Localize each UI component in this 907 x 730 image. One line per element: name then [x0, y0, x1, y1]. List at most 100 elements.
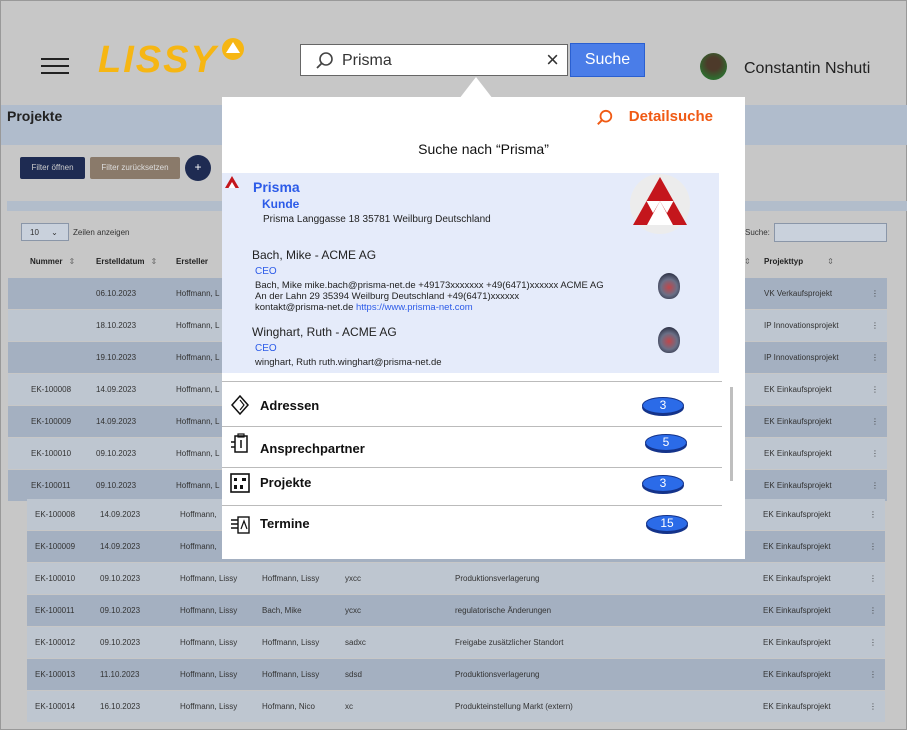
table-cell: 18.10.2023: [96, 321, 137, 330]
search-icon: [316, 52, 333, 69]
table-row[interactable]: EK-100012 09.10.2023 Hoffmann, Lissy Hof…: [27, 627, 885, 658]
divider: [222, 505, 722, 506]
table-cell: Hoffmann, L: [176, 321, 220, 330]
table-cell: 14.09.2023: [96, 385, 137, 394]
table-row[interactable]: EK-100010 09.10.2023 Hoffmann, Lissy Hof…: [27, 563, 885, 594]
app-logo[interactable]: LISSY: [98, 39, 218, 82]
table-cell: EK-100008: [35, 510, 76, 519]
table-cell: IP Innovationsprojekt: [764, 321, 839, 330]
search-input[interactable]: Prisma ×: [300, 44, 568, 76]
diamond-icon: [230, 395, 250, 415]
category-label: Adressen: [260, 398, 320, 413]
table-cell: Hoffmann,: [180, 542, 217, 551]
row-menu-icon[interactable]: ⋮: [869, 606, 877, 615]
popup-pointer: [459, 77, 493, 99]
filter-open-button[interactable]: Filter öffnen: [20, 157, 85, 179]
column-header-ersteller[interactable]: Ersteller: [176, 257, 208, 266]
row-menu-icon[interactable]: ⋮: [869, 542, 877, 551]
detail-search-link[interactable]: Detailsuche: [629, 108, 713, 125]
table-cell: Produktionsverlagerung: [455, 670, 540, 679]
page-length-select[interactable]: 10 ⌄: [21, 223, 69, 241]
table-cell: 06.10.2023: [96, 289, 137, 298]
row-menu-icon[interactable]: ⋮: [871, 321, 879, 330]
sort-icon: ⇕: [68, 257, 76, 266]
top-bar: LISSY Prisma × Suche Constantin Nshuti: [1, 1, 907, 101]
column-header-nummer[interactable]: Nummer ⇕: [30, 257, 75, 266]
table-cell: Hoffmann, Lissy: [262, 638, 320, 647]
scrollbar[interactable]: [730, 387, 733, 481]
contact-avatar: [658, 273, 680, 299]
search-results-popup: Detailsuche Suche nach “Prisma” Prisma K…: [222, 97, 745, 559]
table-cell: Hoffmann, L: [176, 481, 220, 490]
clear-icon[interactable]: ×: [546, 49, 559, 71]
row-menu-icon[interactable]: ⋮: [871, 481, 879, 490]
search-value: Prisma: [342, 52, 392, 69]
website-link[interactable]: https://www.prisma-net.com: [356, 302, 473, 313]
row-menu-icon[interactable]: ⋮: [871, 449, 879, 458]
table-cell: Hoffmann,: [180, 510, 217, 519]
column-header-erstelldatum[interactable]: Erstelldatum ⇕: [96, 257, 157, 266]
row-menu-icon[interactable]: ⋮: [871, 385, 879, 394]
table-cell: Hoffmann, L: [176, 353, 220, 362]
app-window: LISSY Prisma × Suche Constantin Nshuti P…: [0, 0, 907, 730]
row-menu-icon[interactable]: ⋮: [869, 670, 877, 679]
prisma-logo: [630, 174, 690, 234]
table-cell: Hoffmann, L: [176, 385, 220, 394]
search-button[interactable]: Suche: [570, 43, 645, 77]
divider: [222, 426, 722, 427]
table-cell: Freigabe zusätzlicher Standort: [455, 638, 564, 647]
category-adressen[interactable]: Adressen 3: [222, 389, 722, 429]
table-cell: EK Einkaufsprojekt: [764, 417, 832, 426]
contact-details: Bach, Mike mike.bach@prisma-net.de +4917…: [255, 280, 604, 291]
table-cell: 14.09.2023: [96, 417, 137, 426]
table-cell: EK Einkaufsprojekt: [763, 702, 831, 711]
company-result[interactable]: Prisma Kunde Prisma Langgasse 18 35781 W…: [222, 173, 719, 373]
chevron-down-icon: ⌄: [51, 228, 58, 237]
table-cell: 09.10.2023: [96, 481, 137, 490]
add-project-button[interactable]: +: [185, 155, 211, 181]
table-cell: 09.10.2023: [100, 606, 141, 615]
user-name[interactable]: Constantin Nshuti: [744, 60, 870, 78]
sort-icon: ⇕: [827, 257, 834, 266]
row-menu-icon[interactable]: ⋮: [869, 638, 877, 647]
row-menu-icon[interactable]: ⋮: [869, 574, 877, 583]
table-search-label: Suche:: [745, 228, 770, 237]
table-row[interactable]: EK-100013 11.10.2023 Hoffmann, Lissy Hof…: [27, 659, 885, 690]
count-badge: 3: [642, 397, 684, 414]
contact-name[interactable]: Bach, Mike - ACME AG: [252, 248, 376, 262]
table-cell: EK-100012: [35, 638, 76, 647]
table-cell: EK-100010: [35, 574, 76, 583]
table-cell: Produktionsverlagerung: [455, 574, 540, 583]
sort-icon: ⇕: [150, 257, 158, 266]
company-address: Prisma Langgasse 18 35781 Weilburg Deuts…: [263, 214, 491, 225]
row-menu-icon[interactable]: ⋮: [871, 289, 879, 298]
company-name[interactable]: Prisma: [253, 179, 300, 195]
table-cell: sdsd: [345, 670, 362, 679]
table-search-input[interactable]: [774, 223, 887, 242]
table-cell: IP Innovationsprojekt: [764, 353, 839, 362]
category-ansprechpartner[interactable]: Ansprechpartner 5: [222, 430, 722, 470]
filter-reset-button[interactable]: Filter zurücksetzen: [90, 157, 180, 179]
table-cell: Hoffmann, Lissy: [180, 702, 238, 711]
menu-icon[interactable]: [41, 58, 69, 74]
user-avatar[interactable]: [700, 53, 727, 80]
category-label: Termine: [260, 516, 310, 531]
row-menu-icon[interactable]: ⋮: [869, 702, 877, 711]
table-cell: EK-100014: [35, 702, 76, 711]
row-menu-icon[interactable]: ⋮: [871, 353, 879, 362]
count-badge: 5: [645, 434, 687, 451]
contact-name[interactable]: Winghart, Ruth - ACME AG: [252, 325, 397, 339]
search-icon[interactable]: [596, 109, 614, 127]
sort-icon[interactable]: ⇕: [744, 257, 751, 266]
logo-triangle-icon: [222, 38, 244, 60]
row-menu-icon[interactable]: ⋮: [869, 510, 877, 519]
category-termine[interactable]: Termine 15: [222, 513, 722, 553]
table-cell: EK Einkaufsprojekt: [763, 606, 831, 615]
row-menu-icon[interactable]: ⋮: [871, 417, 879, 426]
table-cell: Hoffmann, L: [176, 449, 220, 458]
page-length-label: Zeilen anzeigen: [73, 228, 130, 237]
table-cell: 09.10.2023: [100, 574, 141, 583]
table-row[interactable]: EK-100011 09.10.2023 Hoffmann, Lissy Bac…: [27, 595, 885, 626]
table-row[interactable]: EK-100014 16.10.2023 Hoffmann, Lissy Hof…: [27, 691, 885, 722]
column-header-projekttyp[interactable]: Projekttyp ⇕: [764, 257, 834, 266]
